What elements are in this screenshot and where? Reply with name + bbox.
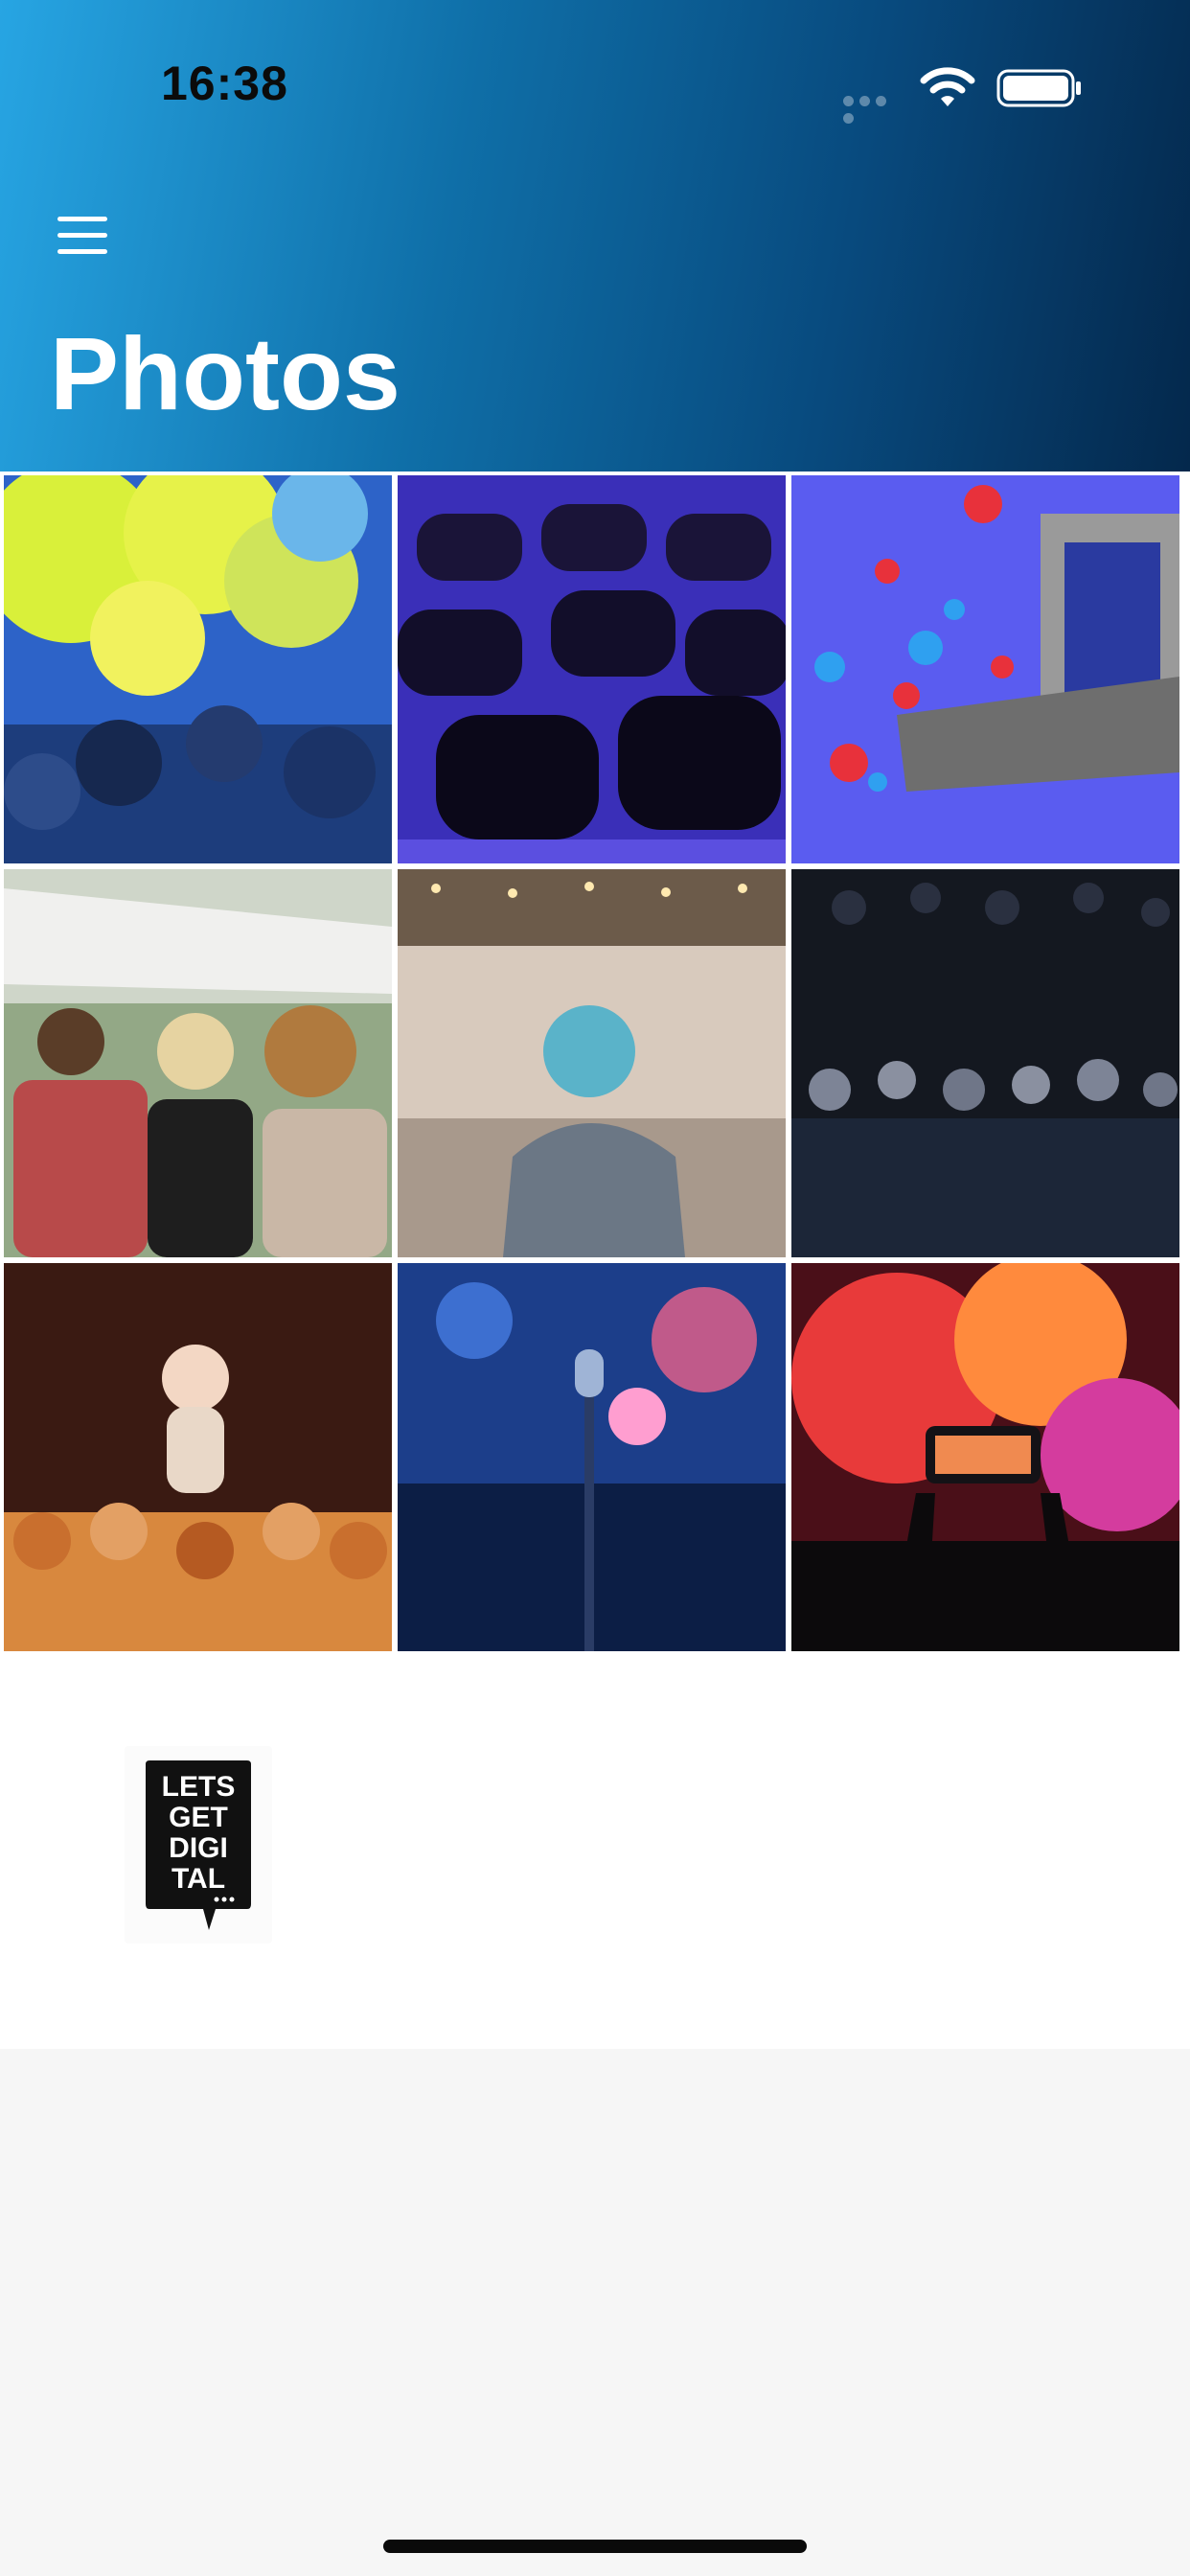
menu-icon[interactable] <box>54 217 111 259</box>
sponsor-logo[interactable]: LETS GET DIGI TAL <box>125 1746 272 1944</box>
svg-text:TAL: TAL <box>172 1863 225 1895</box>
status-time: 16:38 <box>161 57 288 110</box>
page-title: Photos <box>50 315 400 431</box>
photo-thumbnail-stage-reactions[interactable] <box>791 475 1179 863</box>
svg-text:GET: GET <box>169 1802 228 1833</box>
home-indicator[interactable] <box>383 2540 807 2553</box>
wifi-icon <box>920 67 975 106</box>
photo-thumbnail-chairs[interactable] <box>398 475 786 863</box>
photo-thumbnail-powder-festival[interactable] <box>4 475 392 863</box>
photo-gallery: LETS GET DIGI TAL <box>0 472 1190 2049</box>
photo-thumbnail-audience[interactable] <box>791 869 1179 1257</box>
cellular-signal-icon <box>843 94 906 124</box>
app-header: 16:38 Photos <box>0 0 1190 472</box>
svg-text:LETS: LETS <box>162 1771 236 1803</box>
photo-thumbnail-crowd-surf[interactable] <box>4 1263 392 1651</box>
photo-thumbnail-microphone[interactable] <box>398 1263 786 1651</box>
photo-thumbnail-festival-friends[interactable] <box>4 869 392 1257</box>
photo-thumbnail-phone-concert[interactable] <box>791 1263 1179 1651</box>
battery-icon <box>996 69 1081 107</box>
photo-thumbnail-blue-hair-hall[interactable] <box>398 869 786 1257</box>
svg-text:DIGI: DIGI <box>169 1832 228 1864</box>
